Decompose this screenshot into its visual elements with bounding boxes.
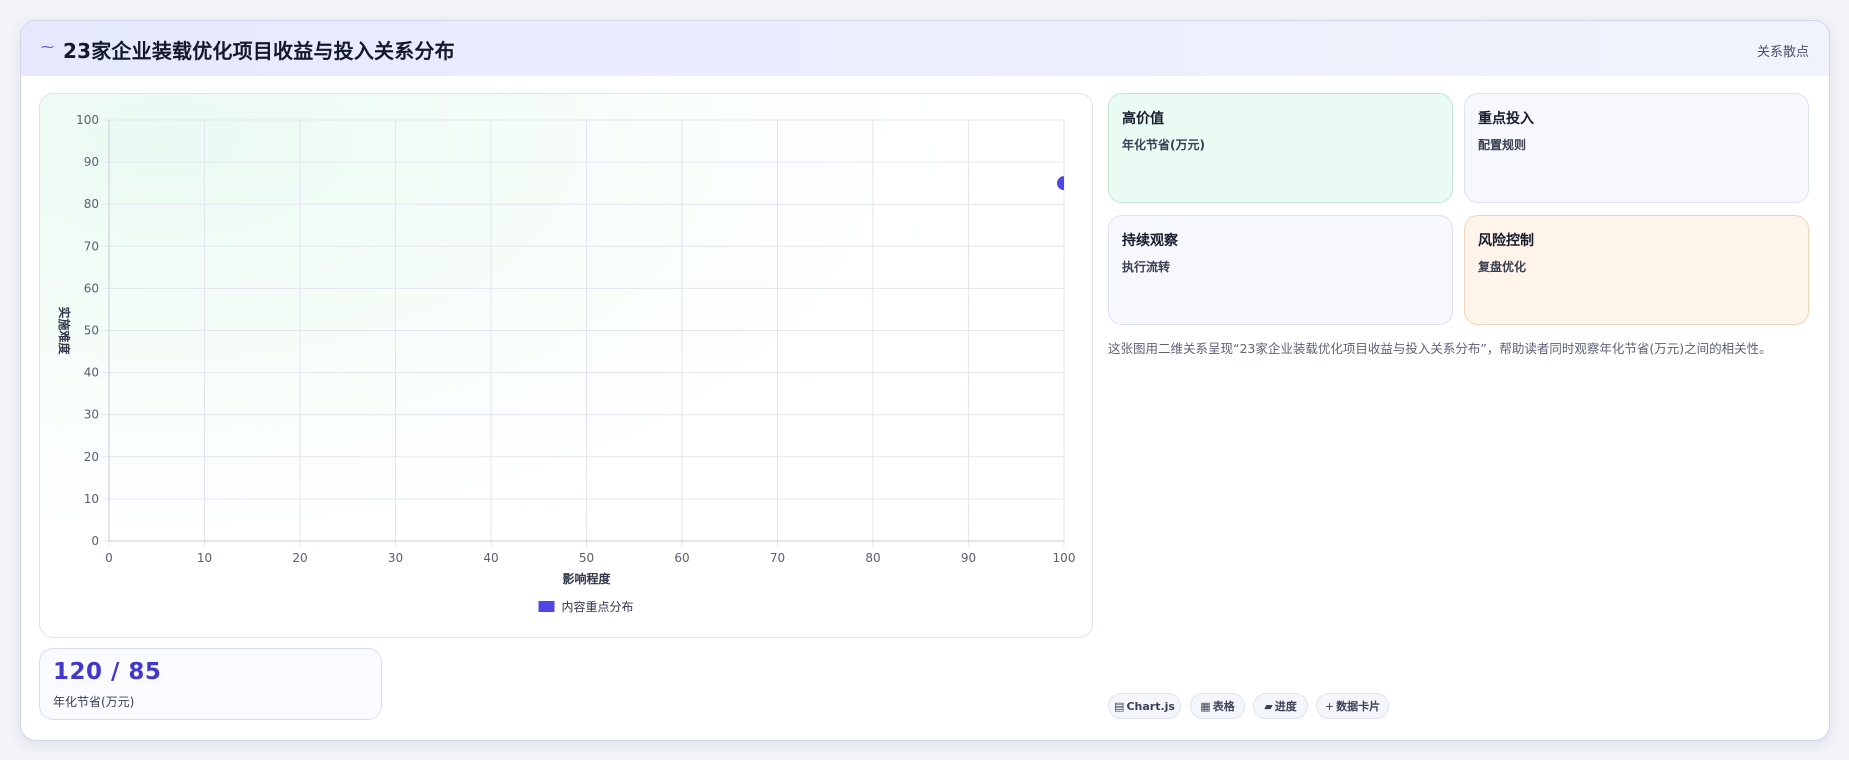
chip-data-card[interactable]: + 数据卡片 bbox=[1316, 693, 1389, 719]
page-title: 23家企业装载优化项目收益与投入关系分布 bbox=[63, 39, 455, 63]
quadrant-subtitle: 执行流转 bbox=[1122, 260, 1171, 274]
table-icon: ▦ bbox=[1200, 700, 1211, 713]
y-tick-label: 20 bbox=[84, 450, 99, 464]
progress-icon: ▰ bbox=[1264, 700, 1273, 713]
quadrant-title: 高价值 bbox=[1122, 111, 1164, 127]
scatter-chart-panel: 0 10 20 30 40 50 60 70 80 90 100 0 10 20 30 40 50 60 70 80 9… bbox=[39, 93, 1093, 638]
y-tick-label: 70 bbox=[84, 239, 99, 253]
y-tick-label: 10 bbox=[84, 492, 99, 506]
chip-label: 表格 bbox=[1212, 700, 1235, 713]
chip-chartjs[interactable]: ▤ Chart.js bbox=[1108, 693, 1181, 719]
y-tick-label: 0 bbox=[91, 534, 99, 548]
chip-label: 数据卡片 bbox=[1336, 700, 1381, 713]
chart-type-badge: 关系散点 bbox=[1756, 45, 1809, 60]
kpi-value: 120 / 85 bbox=[53, 659, 162, 685]
quadrant-subtitle: 配置规则 bbox=[1478, 138, 1527, 152]
y-tick-label: 30 bbox=[84, 408, 99, 422]
x-tick-label: 100 bbox=[1053, 551, 1076, 565]
chip-progress[interactable]: ▰ 进度 bbox=[1253, 693, 1308, 719]
quadrant-continuous-observation: 持续观察 执行流转 bbox=[1108, 215, 1453, 325]
quadrant-key-investment: 重点投入 配置规则 bbox=[1464, 93, 1809, 203]
chart-description: 这张图用二维关系呈现“23家企业装载优化项目收益与投入关系分布”，帮助读者同时观… bbox=[1108, 341, 1772, 356]
sparkle-icon: ⁓ bbox=[41, 40, 54, 55]
y-tick-label: 100 bbox=[76, 113, 99, 127]
chart-icon: ▤ bbox=[1114, 700, 1125, 713]
x-axis-title: 影响程度 bbox=[562, 571, 611, 586]
x-tick-label: 10 bbox=[197, 551, 212, 565]
quadrant-title: 重点投入 bbox=[1478, 111, 1534, 127]
legend-swatch bbox=[538, 601, 555, 612]
y-tick-label: 90 bbox=[84, 155, 99, 169]
scatter-point bbox=[1057, 176, 1064, 191]
kpi-label: 年化节省(万元) bbox=[53, 695, 135, 709]
x-tick-label: 80 bbox=[865, 551, 880, 565]
chip-label: 进度 bbox=[1274, 700, 1297, 713]
quadrant-title: 持续观察 bbox=[1122, 233, 1178, 249]
kpi-card: 120 / 85 年化节省(万元) bbox=[39, 648, 382, 720]
card-header: ⁓ 23家企业装载优化项目收益与投入关系分布 关系散点 bbox=[21, 21, 1829, 76]
plus-icon: + bbox=[1324, 700, 1335, 713]
y-tick-label: 50 bbox=[84, 324, 99, 338]
x-tick-label: 90 bbox=[961, 551, 976, 565]
chip-label: Chart.js bbox=[1126, 700, 1175, 713]
y-axis-title: 实施难度 bbox=[57, 306, 72, 355]
quadrant-risk-control: 风险控制 复盘优化 bbox=[1464, 215, 1809, 325]
x-tick-label: 0 bbox=[105, 551, 113, 565]
y-tick-label: 40 bbox=[84, 366, 99, 380]
x-tick-label: 50 bbox=[579, 551, 594, 565]
x-tick-label: 60 bbox=[674, 551, 689, 565]
y-tick-label: 60 bbox=[84, 281, 99, 295]
y-tick-label: 80 bbox=[84, 197, 99, 211]
quadrant-high-value: 高价值 年化节省(万元) bbox=[1108, 93, 1453, 203]
scatter-chart: 0 10 20 30 40 50 60 70 80 90 100 0 10 20 30 40 50 60 70 80 9… bbox=[57, 113, 1076, 614]
legend-label: 内容重点分布 bbox=[562, 599, 634, 614]
quadrant-subtitle: 复盘优化 bbox=[1478, 260, 1527, 274]
quadrant-title: 风险控制 bbox=[1478, 233, 1534, 249]
x-tick-label: 20 bbox=[292, 551, 307, 565]
x-tick-label: 70 bbox=[770, 551, 785, 565]
chart-card: ⁓ 23家企业装载优化项目收益与投入关系分布 关系散点 0 10 20 30 40 50 6… bbox=[20, 20, 1830, 741]
quadrant-subtitle: 年化节省(万元) bbox=[1122, 138, 1205, 152]
chip-table[interactable]: ▦ 表格 bbox=[1190, 693, 1245, 719]
x-tick-label: 30 bbox=[388, 551, 403, 565]
x-tick-label: 40 bbox=[483, 551, 498, 565]
